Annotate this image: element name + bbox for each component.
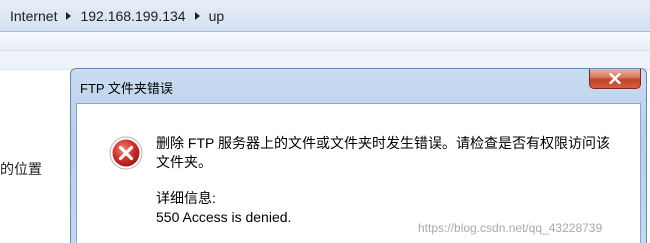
address-bar[interactable]: Internet 192.168.199.134 up: [0, 0, 650, 32]
close-button[interactable]: [589, 69, 641, 89]
details-label: 详细信息:: [156, 190, 216, 206]
chevron-right-icon[interactable]: [194, 11, 200, 20]
breadcrumb-folder[interactable]: up: [209, 8, 225, 24]
error-message: 删除 FTP 服务器上的文件或文件夹时发生错误。请检查是否有权限访问该 文件夹。: [156, 134, 610, 172]
dialog-content: 删除 FTP 服务器上的文件或文件夹时发生错误。请检查是否有权限访问该 文件夹。…: [76, 103, 641, 243]
error-icon: [109, 136, 143, 170]
toolbar: [0, 32, 650, 51]
navigation-pane: 的位置: [0, 70, 72, 243]
nav-item-label[interactable]: 的位置: [0, 159, 42, 179]
breadcrumb-host[interactable]: 192.168.199.134: [80, 8, 185, 24]
breadcrumb-internet[interactable]: Internet: [10, 8, 57, 24]
error-dialog: FTP 文件夹错误 删除 FTP 服务器上的文件或文件夹时发生错误。请检查是否有…: [70, 68, 647, 243]
close-icon: [609, 73, 621, 84]
watermark: https://blog.csdn.net/qq_43228739: [418, 221, 603, 235]
details-section: 详细信息: 550 Access is denied.: [156, 189, 291, 227]
details-text: 550 Access is denied.: [156, 209, 292, 225]
dialog-title: FTP 文件夹错误: [80, 81, 173, 96]
chevron-right-icon[interactable]: [66, 11, 72, 20]
error-message-line: 文件夹。: [156, 154, 212, 170]
error-message-line: 删除 FTP 服务器上的文件或文件夹时发生错误。请检查是否有权限访问该: [156, 135, 610, 151]
